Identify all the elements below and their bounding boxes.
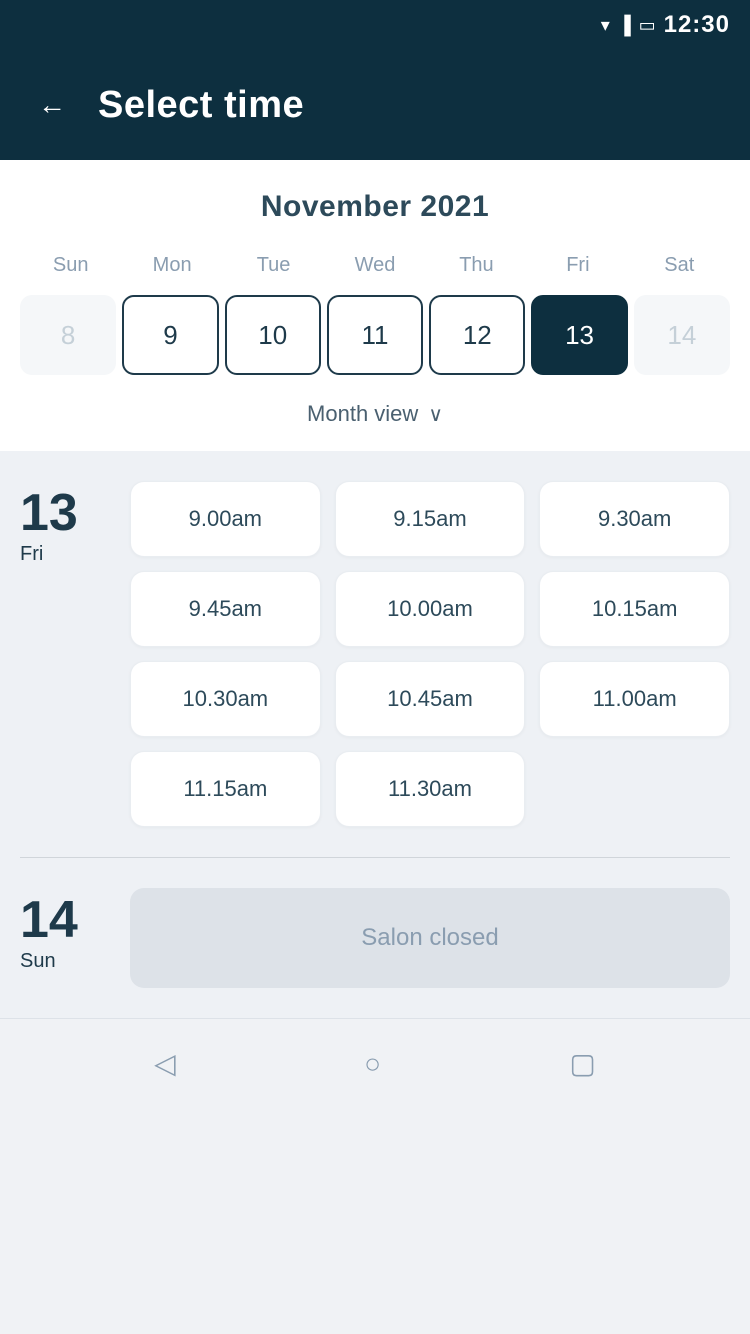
day-13[interactable]: 13 (531, 295, 627, 375)
time-slot-1045am[interactable]: 10.45am (335, 661, 526, 737)
nav-home-icon[interactable]: ○ (364, 1048, 381, 1080)
salon-closed-message: Salon closed (130, 888, 730, 988)
day-14-label: 14 Sun (20, 888, 130, 973)
page-title: Select time (98, 84, 304, 127)
weekday-sat: Sat (629, 248, 730, 283)
time-grid-13: 9.00am 9.15am 9.30am 9.45am 10.00am 10.1… (130, 481, 730, 827)
day-11[interactable]: 11 (327, 295, 423, 375)
weekday-thu: Thu (426, 248, 527, 283)
nav-bar: ◁ ○ ▢ (0, 1018, 750, 1108)
signal-icon: ▐ (618, 15, 631, 36)
month-title: November 2021 (20, 190, 730, 224)
day-block-14: 14 Sun Salon closed (20, 888, 730, 988)
wifi-icon: ▾ (601, 15, 610, 36)
weekday-sun: Sun (20, 248, 121, 283)
battery-icon: ▭ (639, 15, 656, 36)
day-9[interactable]: 9 (122, 295, 218, 375)
time-slot-1000am[interactable]: 10.00am (335, 571, 526, 647)
day-8[interactable]: 8 (20, 295, 116, 375)
time-slot-1100am[interactable]: 11.00am (539, 661, 730, 737)
day-13-label: 13 Fri (20, 481, 130, 566)
header: ← Select time (0, 50, 750, 160)
day-14-number: 14 (20, 894, 130, 946)
status-icons: ▾ ▐ ▭ 12:30 (601, 11, 730, 39)
day-14[interactable]: 14 (634, 295, 730, 375)
weekday-wed: Wed (324, 248, 425, 283)
day-14-name: Sun (20, 950, 130, 973)
time-slot-945am[interactable]: 9.45am (130, 571, 321, 647)
back-button[interactable]: ← (30, 81, 74, 129)
day-block-13: 13 Fri 9.00am 9.15am 9.30am 9.45am 10.00… (20, 481, 730, 827)
day-13-name: Fri (20, 543, 130, 566)
time-slot-1030am[interactable]: 10.30am (130, 661, 321, 737)
weekday-row: Sun Mon Tue Wed Thu Fri Sat (20, 248, 730, 283)
time-slot-930am[interactable]: 9.30am (539, 481, 730, 557)
weekday-mon: Mon (121, 248, 222, 283)
status-time: 12:30 (664, 11, 730, 39)
nav-recent-icon[interactable]: ▢ (569, 1047, 595, 1080)
time-slot-900am[interactable]: 9.00am (130, 481, 321, 557)
month-view-label: Month view (307, 401, 418, 427)
time-slot-915am[interactable]: 9.15am (335, 481, 526, 557)
section-divider (20, 857, 730, 858)
time-slot-1015am[interactable]: 10.15am (539, 571, 730, 647)
calendar-section: November 2021 Sun Mon Tue Wed Thu Fri Sa… (0, 160, 750, 451)
day-10[interactable]: 10 (225, 295, 321, 375)
time-section: 13 Fri 9.00am 9.15am 9.30am 9.45am 10.00… (0, 451, 750, 1018)
chevron-down-icon: ∨ (428, 402, 443, 427)
day-13-number: 13 (20, 487, 130, 539)
time-slot-1130am[interactable]: 11.30am (335, 751, 526, 827)
days-row: 8 9 10 11 12 13 14 (20, 295, 730, 375)
nav-back-icon[interactable]: ◁ (154, 1047, 176, 1080)
time-slot-1115am[interactable]: 11.15am (130, 751, 321, 827)
month-view-toggle[interactable]: Month view ∨ (20, 393, 730, 431)
status-bar: ▾ ▐ ▭ 12:30 (0, 0, 750, 50)
weekday-fri: Fri (527, 248, 628, 283)
day-13-header: 13 Fri 9.00am 9.15am 9.30am 9.45am 10.00… (20, 481, 730, 827)
weekday-tue: Tue (223, 248, 324, 283)
day-12[interactable]: 12 (429, 295, 525, 375)
